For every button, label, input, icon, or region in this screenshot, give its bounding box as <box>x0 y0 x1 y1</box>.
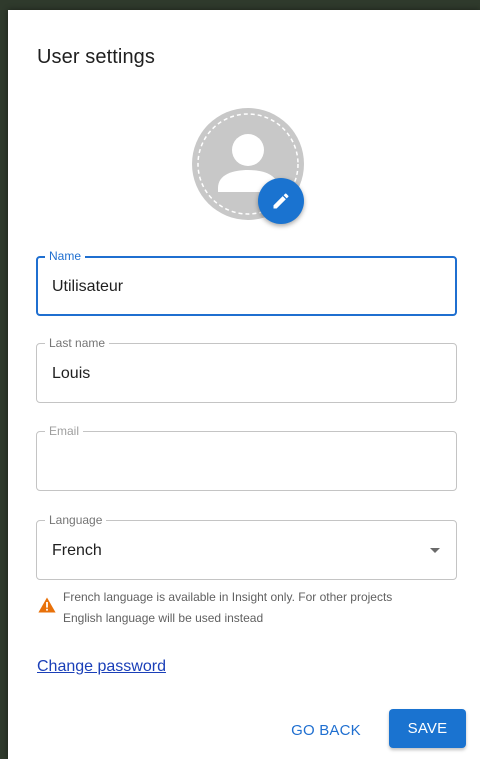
name-value: Utilisateur <box>52 278 124 295</box>
go-back-button[interactable]: GO BACK <box>284 712 368 748</box>
dialog-title: User settings <box>37 46 156 68</box>
caret-down-icon[interactable] <box>430 548 440 553</box>
warning-text: French language is available in Insight … <box>63 590 393 625</box>
last-name-label: Last name <box>45 335 110 351</box>
warning-icon <box>38 597 56 613</box>
name-field[interactable]: Name Utilisateur <box>36 248 457 316</box>
pencil-icon <box>273 193 289 209</box>
name-label: Name <box>45 248 86 264</box>
edit-avatar-button[interactable] <box>258 178 304 224</box>
language-value: French <box>52 542 102 559</box>
language-label: Language <box>45 512 107 528</box>
save-button[interactable]: SAVE <box>389 709 466 748</box>
change-password-link[interactable]: Change password <box>37 658 166 676</box>
last-name-value: Louis <box>52 365 91 382</box>
email-field[interactable]: Email <box>36 423 457 491</box>
last-name-field[interactable]: Last name Louis <box>36 335 457 403</box>
language-select[interactable]: Language French <box>36 512 457 580</box>
user-settings-dialog: User settings Name Utilisateur Last name… <box>8 10 480 759</box>
email-label: Email <box>45 423 84 439</box>
